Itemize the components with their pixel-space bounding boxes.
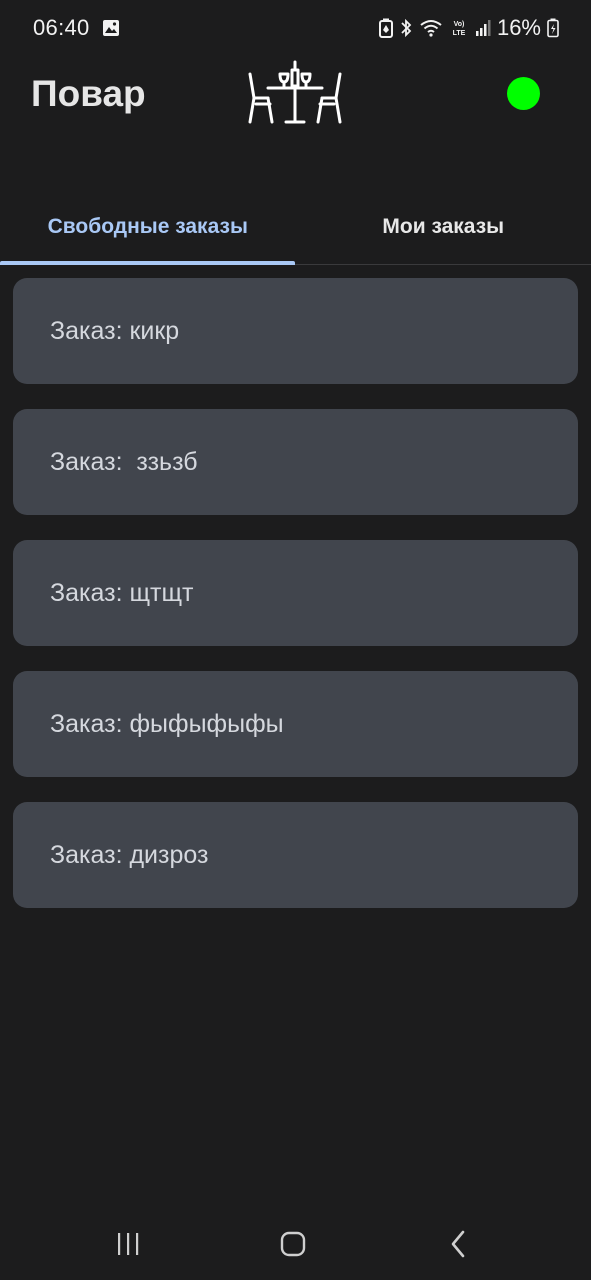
status-bar: 06:40 Vo) LTE 16% bbox=[0, 0, 591, 56]
bluetooth-icon bbox=[399, 18, 413, 38]
order-card[interactable]: Заказ: дизроз bbox=[13, 802, 578, 908]
order-card[interactable]: Заказ: кикр bbox=[13, 278, 578, 384]
battery-percent: 16% bbox=[496, 15, 541, 40]
tab-free-orders-label: Свободные заказы bbox=[47, 215, 248, 238]
screen: 06:40 Vo) LTE 16% Повар Свободные заказы… bbox=[0, 0, 591, 1280]
home-icon[interactable] bbox=[273, 1228, 313, 1260]
svg-text:LTE: LTE bbox=[453, 30, 466, 37]
recent-apps-icon[interactable] bbox=[108, 1228, 148, 1260]
page-title: Повар bbox=[31, 73, 146, 114]
image-icon bbox=[102, 19, 120, 37]
status-left: 06:40 bbox=[33, 15, 120, 41]
battery-icon bbox=[547, 18, 559, 38]
svg-text:Vo): Vo) bbox=[454, 21, 465, 28]
status-time: 06:40 bbox=[33, 15, 90, 40]
order-card[interactable]: Заказ: фыфыфыфы bbox=[13, 671, 578, 777]
order-card[interactable]: Заказ: щтщт bbox=[13, 540, 578, 646]
back-icon[interactable] bbox=[439, 1228, 479, 1260]
wifi-icon bbox=[419, 18, 443, 38]
app-header: Повар bbox=[0, 56, 591, 132]
battery-saver-icon bbox=[378, 18, 393, 38]
order-list: Заказ: кикр Заказ: ззьзб Заказ: щтщт Зак… bbox=[13, 278, 578, 908]
active-tab-indicator bbox=[0, 261, 295, 265]
tab-bar: Свободные заказы Мои заказы bbox=[0, 192, 591, 265]
restaurant-table-icon bbox=[246, 58, 344, 128]
online-status-indicator bbox=[507, 77, 540, 110]
volte-icon: Vo) LTE bbox=[449, 18, 469, 38]
tab-my-orders[interactable]: Мои заказы bbox=[296, 192, 591, 264]
system-nav-bar bbox=[0, 1208, 591, 1280]
status-right: Vo) LTE 16% bbox=[378, 15, 559, 41]
order-card[interactable]: Заказ: ззьзб bbox=[13, 409, 578, 515]
tab-free-orders[interactable]: Свободные заказы bbox=[0, 192, 296, 265]
signal-icon bbox=[475, 19, 491, 37]
tab-my-orders-label: Мои заказы bbox=[382, 215, 505, 238]
